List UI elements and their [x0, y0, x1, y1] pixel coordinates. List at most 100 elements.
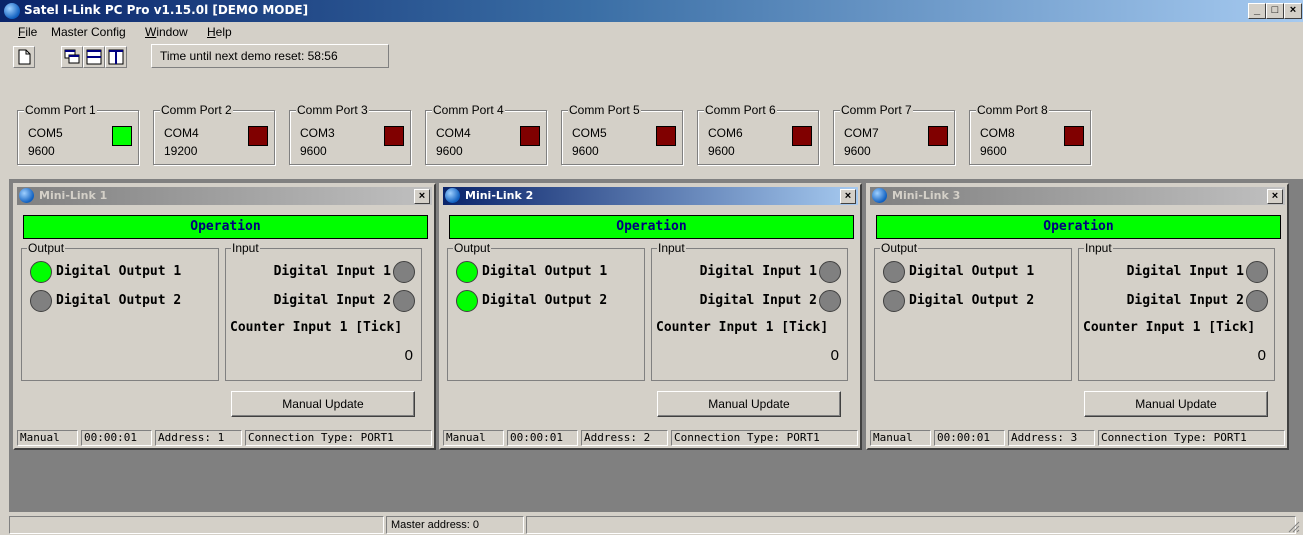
output-group-label: Output [27, 241, 66, 255]
resize-grip-icon[interactable] [1286, 519, 1300, 533]
counter-input-label: Counter Input 1 [Tick] [230, 320, 403, 335]
status-panel-right [526, 516, 1296, 534]
digital-output-2-led[interactable] [456, 290, 478, 312]
address-status: Address: 3 [1008, 430, 1095, 446]
demo-reset-timer: Time until next demo reset: 58:56 [151, 44, 389, 68]
app-icon [4, 3, 20, 19]
close-window-button[interactable]: × [840, 189, 856, 204]
comm-port-label: Comm Port 5 [568, 103, 641, 117]
digital-input-2-label: Digital Input 2 [273, 293, 391, 308]
menu-file[interactable]: File [18, 25, 37, 39]
digital-output-2-label: Digital Output 2 [909, 293, 1035, 308]
menu-master-config[interactable]: Master Config [51, 25, 126, 39]
close-window-button[interactable]: × [1267, 189, 1283, 204]
comm-port-label: Comm Port 7 [840, 103, 913, 117]
digital-input-2-label: Digital Input 2 [699, 293, 817, 308]
maximize-button[interactable]: □ [1266, 3, 1284, 19]
operation-status-bar: Operation [23, 215, 428, 239]
digital-output-2-label: Digital Output 2 [56, 293, 182, 308]
output-group-label: Output [880, 241, 919, 255]
cascade-icon [64, 49, 80, 64]
input-group: Input Digital Input 1 Digital Input 2 Count… [1078, 241, 1275, 381]
address-status: Address: 2 [581, 430, 668, 446]
operation-status-bar: Operation [876, 215, 1281, 239]
tile-horizontal-icon [86, 49, 102, 65]
comm-port-status-indicator [1064, 126, 1084, 146]
comm-port-name: COM5 [572, 126, 607, 140]
mini-link-title-bar[interactable]: Mini-Link 2 × [443, 187, 858, 205]
mini-link-window[interactable]: Mini-Link 2 × Operation Output Digital Outpu… [439, 183, 862, 450]
comm-port-label: Comm Port 4 [432, 103, 505, 117]
manual-update-button[interactable]: Manual Update [657, 391, 841, 417]
mini-link-window[interactable]: Mini-Link 3 × Operation Output Digital Outpu… [866, 183, 1289, 450]
comm-port-4-group: Comm Port 4 COM4 9600 [425, 103, 547, 165]
mini-link-icon [19, 188, 34, 203]
mini-link-title-bar[interactable]: Mini-Link 3 × [870, 187, 1285, 205]
mode-status: Manual [17, 430, 78, 446]
comm-port-3-group: Comm Port 3 COM3 9600 [289, 103, 411, 165]
tile-vertical-button[interactable] [105, 46, 127, 68]
digital-output-1-label: Digital Output 1 [482, 264, 608, 279]
title-bar: Satel I-Link PC Pro v1.15.0l [DEMO MODE]… [0, 0, 1303, 22]
comm-port-baud: 9600 [572, 144, 599, 158]
mini-link-window[interactable]: Mini-Link 1 × Operation Output Digital Outpu… [13, 183, 436, 450]
comm-port-status-indicator [656, 126, 676, 146]
manual-update-button[interactable]: Manual Update [231, 391, 415, 417]
manual-update-button[interactable]: Manual Update [1084, 391, 1268, 417]
comm-port-name: COM7 [844, 126, 879, 140]
comm-port-label: Comm Port 6 [704, 103, 777, 117]
menu-window[interactable]: Window [145, 25, 188, 39]
counter-input-label: Counter Input 1 [Tick] [656, 320, 829, 335]
comm-port-label: Comm Port 2 [160, 103, 233, 117]
input-group: Input Digital Input 1 Digital Input 2 Count… [651, 241, 848, 381]
counter-value: 0 [830, 347, 839, 364]
output-group: Output Digital Output 1 Digital Output 2 [874, 241, 1072, 381]
comm-port-baud: 19200 [164, 144, 198, 158]
comm-port-baud: 9600 [980, 144, 1007, 158]
counter-value: 0 [1257, 347, 1266, 364]
comm-port-name: COM4 [436, 126, 471, 140]
comm-port-2-group: Comm Port 2 COM4 19200 [153, 103, 275, 165]
close-window-button[interactable]: × [414, 189, 430, 204]
elapsed-time-status: 00:00:01 [507, 430, 578, 446]
mini-link-title: Mini-Link 2 [465, 189, 534, 202]
cascade-windows-button[interactable] [61, 46, 83, 68]
comm-port-status-indicator [112, 126, 132, 146]
output-group: Output Digital Output 1 Digital Output 2 [21, 241, 219, 381]
mode-status: Manual [443, 430, 504, 446]
comm-port-baud: 9600 [28, 144, 55, 158]
digital-output-1-led[interactable] [456, 261, 478, 283]
digital-output-2-led[interactable] [30, 290, 52, 312]
tile-vertical-icon [108, 49, 124, 65]
master-address-status: Master address: 0 [386, 516, 524, 534]
comm-port-name: COM6 [708, 126, 743, 140]
elapsed-time-status: 00:00:01 [934, 430, 1005, 446]
comm-port-5-group: Comm Port 5 COM5 9600 [561, 103, 683, 165]
input-group-label: Input [657, 241, 686, 255]
digital-output-2-led[interactable] [883, 290, 905, 312]
digital-output-1-led[interactable] [30, 261, 52, 283]
mode-status: Manual [870, 430, 931, 446]
digital-input-1-label: Digital Input 1 [699, 264, 817, 279]
comm-port-label: Comm Port 3 [296, 103, 369, 117]
comm-port-status-indicator [248, 126, 268, 146]
window-title: Satel I-Link PC Pro v1.15.0l [DEMO MODE] [24, 3, 309, 17]
digital-output-2-label: Digital Output 2 [482, 293, 608, 308]
address-status: Address: 1 [155, 430, 242, 446]
comm-port-name: COM8 [980, 126, 1015, 140]
close-button[interactable]: × [1284, 3, 1302, 19]
comm-port-baud: 9600 [436, 144, 463, 158]
digital-output-1-led[interactable] [883, 261, 905, 283]
digital-input-1-led [1246, 261, 1268, 283]
comm-port-6-group: Comm Port 6 COM6 9600 [697, 103, 819, 165]
comm-port-status-indicator [928, 126, 948, 146]
digital-input-2-led [393, 290, 415, 312]
input-group: Input Digital Input 1 Digital Input 2 Count… [225, 241, 422, 381]
tile-horizontal-button[interactable] [83, 46, 105, 68]
connection-type-status: Connection Type: PORT1 [1098, 430, 1285, 446]
connection-type-status: Connection Type: PORT1 [671, 430, 858, 446]
new-document-button[interactable] [13, 46, 35, 68]
minimize-button[interactable]: _ [1248, 3, 1266, 19]
mini-link-title-bar[interactable]: Mini-Link 1 × [17, 187, 432, 205]
menu-help[interactable]: Help [207, 25, 232, 39]
